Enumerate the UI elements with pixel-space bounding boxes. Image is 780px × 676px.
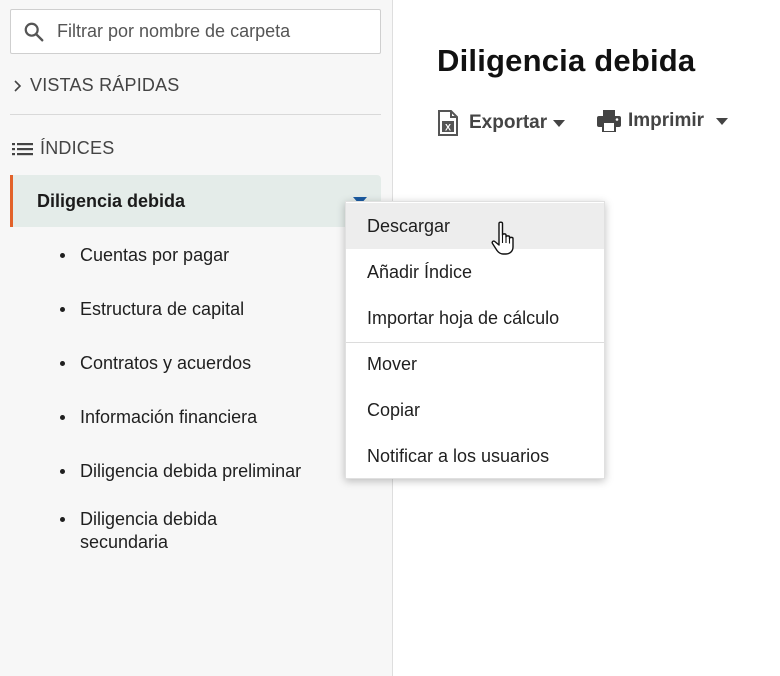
bullet-icon: [60, 253, 65, 258]
subfolder-label: Diligencia debida secundaria: [80, 509, 218, 552]
menu-item-anadir-indice[interactable]: Añadir Índice: [346, 249, 604, 295]
excel-file-icon: X: [438, 110, 458, 136]
export-label: Exportar: [469, 112, 548, 133]
menu-item-mover[interactable]: Mover: [346, 341, 604, 387]
bullet-icon: [60, 415, 65, 420]
page-title: Diligencia debida: [437, 43, 696, 78]
subfolder-label: Estructura de capital: [80, 299, 245, 319]
indices-header[interactable]: ÍNDICES: [12, 138, 114, 159]
subfolder-item[interactable]: Información financiera: [60, 406, 320, 429]
menu-item-copiar[interactable]: Copiar: [346, 387, 604, 433]
list-icon: [12, 142, 33, 155]
search-icon: [24, 22, 44, 41]
sidebar: VISTAS RÁPIDAS ÍNDICES Diligencia debida…: [0, 0, 393, 676]
menu-item-descargar[interactable]: Descargar: [346, 203, 604, 249]
menu-item-importar-hoja[interactable]: Importar hoja de cálculo: [346, 295, 604, 341]
subfolder-label: Información financiera: [80, 407, 258, 427]
indices-label: ÍNDICES: [40, 138, 115, 158]
quick-views-label: VISTAS RÁPIDAS: [30, 75, 180, 95]
subfolder-label: Cuentas por pagar: [80, 245, 230, 265]
caret-down-icon: [553, 119, 566, 127]
menu-item-notificar[interactable]: Notificar a los usuarios: [346, 433, 604, 479]
bullet-icon: [60, 469, 65, 474]
printer-icon: [597, 110, 621, 132]
caret-down-icon: [716, 117, 729, 125]
bullet-icon: [60, 307, 65, 312]
subfolder-item[interactable]: Diligencia debida secundaria: [60, 508, 240, 554]
print-label: Imprimir: [628, 110, 705, 131]
subfolder-label: Contratos y acuerdos: [80, 353, 252, 373]
active-folder-label: Diligencia debida: [37, 190, 186, 211]
svg-text:X: X: [445, 123, 451, 133]
bullet-icon: [60, 361, 65, 366]
quick-views-toggle[interactable]: VISTAS RÁPIDAS: [12, 75, 180, 96]
bullet-icon: [60, 517, 65, 522]
sidebar-item-diligencia-debida[interactable]: Diligencia debida: [10, 175, 381, 227]
print-button[interactable]: Imprimir: [597, 110, 729, 132]
subfolder-item[interactable]: Cuentas por pagar: [60, 244, 320, 267]
subfolder-item[interactable]: Diligencia debida preliminar: [60, 460, 320, 483]
search-input[interactable]: [57, 21, 357, 42]
hand-pointer-icon: [491, 221, 514, 255]
search-box[interactable]: [10, 9, 381, 54]
export-button[interactable]: X Exportar: [437, 110, 566, 136]
subfolder-item[interactable]: Contratos y acuerdos: [60, 352, 320, 375]
context-menu: Descargar Añadir Índice Importar hoja de…: [345, 201, 605, 479]
chevron-right-icon: [14, 79, 22, 92]
subfolder-label: Diligencia debida preliminar: [80, 461, 302, 481]
subfolder-item[interactable]: Estructura de capital: [60, 298, 320, 321]
sidebar-divider: [10, 114, 381, 115]
